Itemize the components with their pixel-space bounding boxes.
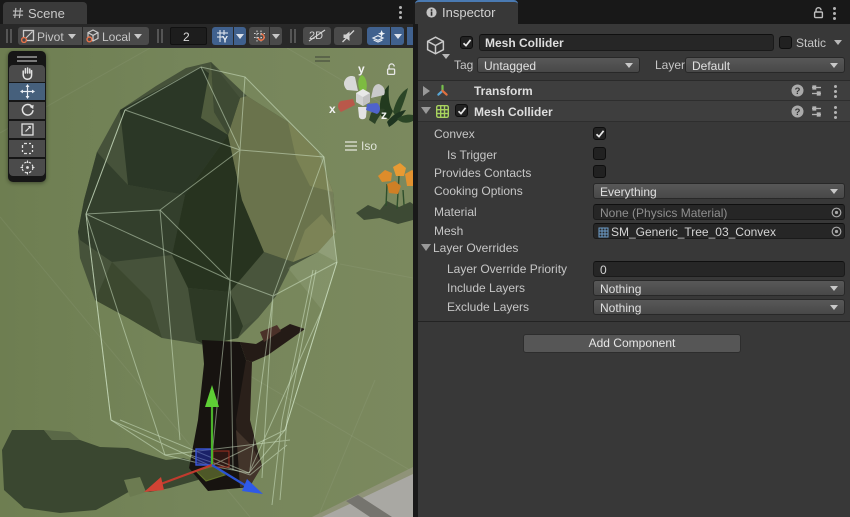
svg-text:?: ?	[795, 107, 801, 118]
svg-text:y: y	[358, 62, 365, 76]
svg-text:z: z	[381, 108, 387, 122]
svg-text:x: x	[329, 102, 336, 116]
svg-text:Y: Y	[222, 35, 228, 44]
svg-text:?: ?	[795, 86, 801, 97]
svg-text:Iso: Iso	[361, 139, 377, 153]
